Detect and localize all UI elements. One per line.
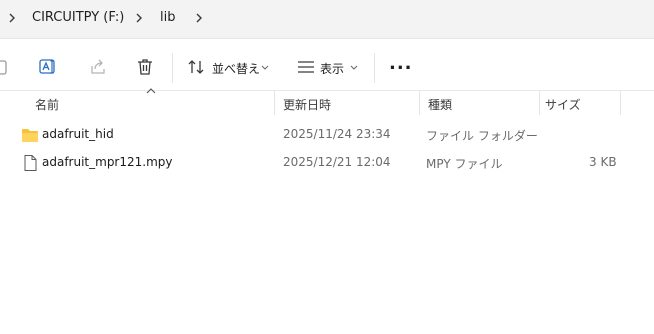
column-header-type[interactable]: 種類 [428,96,452,113]
chevron-down-icon[interactable] [261,65,269,71]
column-divider[interactable] [620,91,621,115]
file-modified: 2025/12/21 12:04 [283,155,391,169]
file-type: ファイル フォルダー [426,129,538,143]
rename-icon[interactable] [38,57,58,77]
breadcrumb-folder[interactable]: lib [160,10,175,25]
file-row[interactable]: adafruit_hid 2025/11/24 23:34 ファイル フォルダー [0,123,654,147]
address-bar: CIRCUITPY (F:) lib [0,0,654,38]
file-type: MPY ファイル [426,157,503,171]
column-header-size[interactable]: サイズ [545,96,581,113]
column-divider[interactable] [539,91,540,115]
more-options-button[interactable]: ... [389,53,413,74]
view-icon[interactable] [296,57,316,77]
sort-button[interactable]: 並べ替え [212,60,260,77]
share-icon[interactable] [88,57,108,77]
breadcrumb-drive[interactable]: CIRCUITPY (F:) [32,10,124,25]
column-header-name[interactable]: 名前 [35,96,59,113]
column-header-modified[interactable]: 更新日時 [283,96,331,113]
chevron-right-icon[interactable] [133,11,145,25]
column-divider[interactable] [419,91,420,115]
view-button[interactable]: 表示 [320,60,344,77]
file-modified: 2025/11/24 23:34 [283,127,391,141]
delete-icon[interactable] [135,57,155,77]
file-size: 3 KB [589,155,617,169]
sort-icon[interactable] [186,57,206,77]
chevron-right-icon[interactable] [6,11,18,25]
sort-ascending-icon [146,88,156,94]
command-bar: 並べ替え 表示 ... [0,39,654,95]
toolbar-divider [172,53,173,83]
column-divider[interactable] [274,91,275,115]
folder-icon [22,129,38,142]
file-icon [24,155,37,171]
file-name[interactable]: adafruit_hid [42,127,114,141]
file-name[interactable]: adafruit_mpr121.mpy [42,155,173,169]
toolbar-divider [374,53,375,83]
paste-icon[interactable] [0,57,10,77]
chevron-down-icon[interactable] [350,65,358,71]
chevron-right-icon[interactable] [193,11,205,25]
divider [0,90,654,91]
file-row[interactable]: adafruit_mpr121.mpy 2025/12/21 12:04 MPY… [0,151,654,175]
